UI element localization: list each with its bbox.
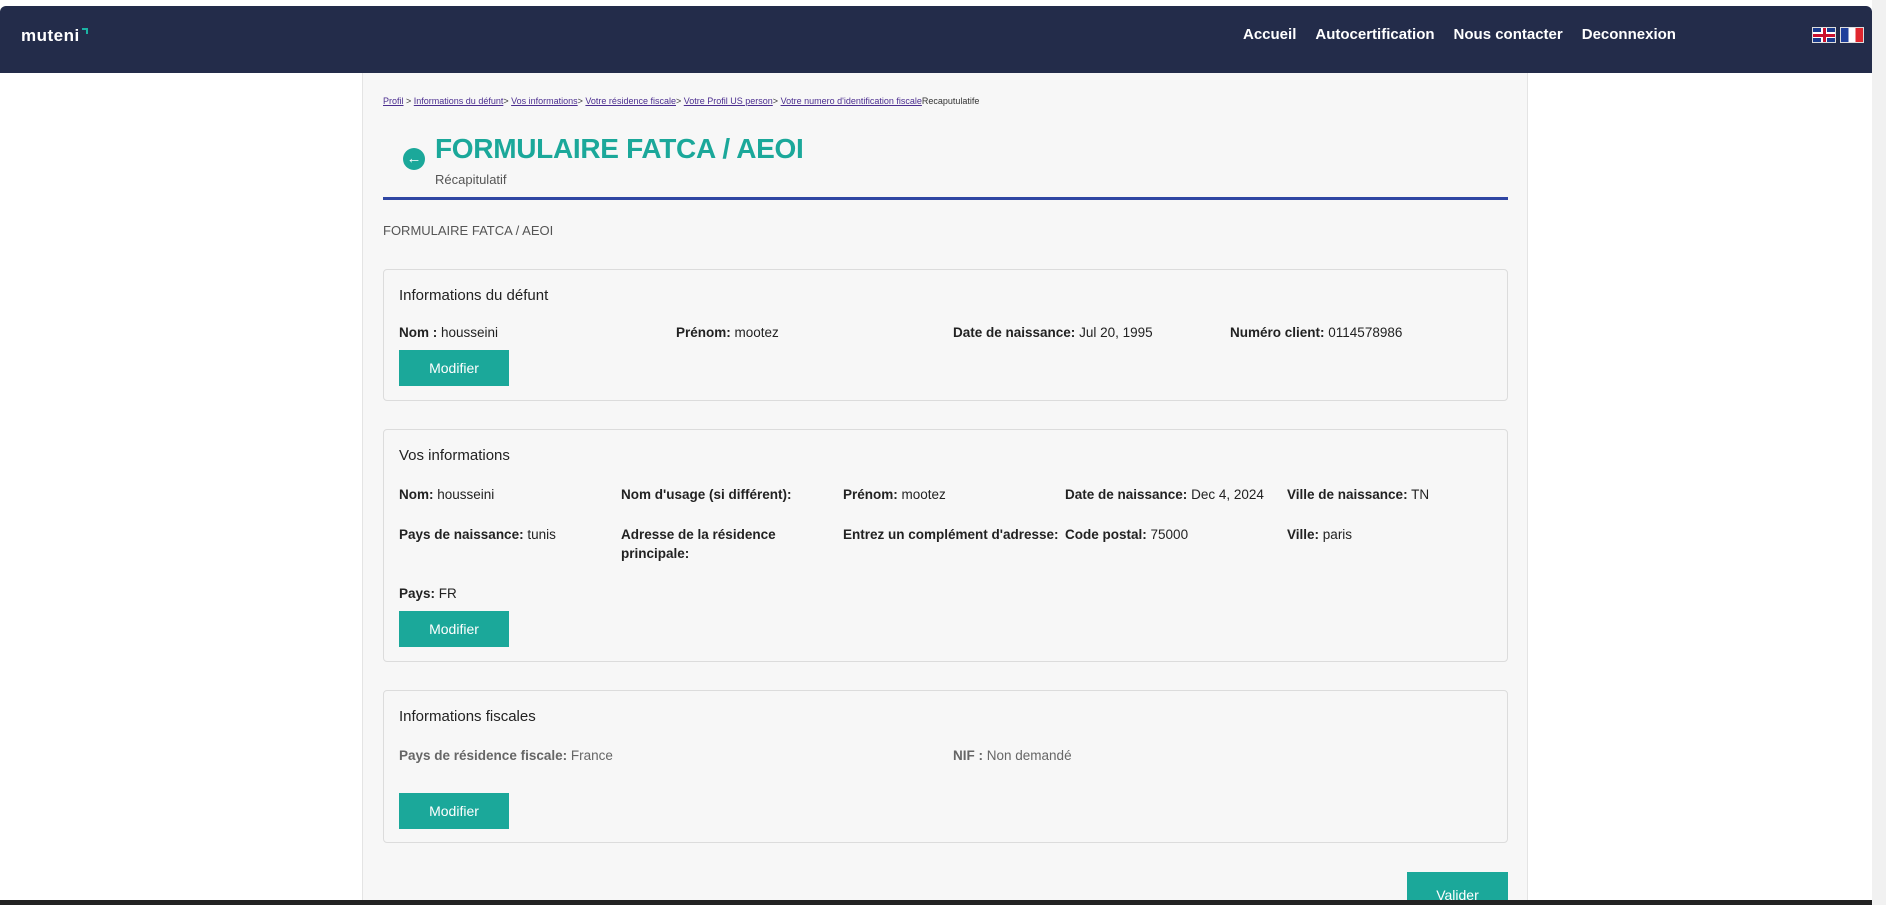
breadcrumb-profil[interactable]: Profil xyxy=(383,96,404,106)
fiscal-modifier-button[interactable]: Modifier xyxy=(399,793,509,829)
section-label: FORMULAIRE FATCA / AEOI xyxy=(383,223,554,238)
vous-pays-naissance: Pays de naissance: tunis xyxy=(399,527,556,542)
breadcrumb-residence-fiscale[interactable]: Votre résidence fiscale xyxy=(585,96,676,106)
breadcrumb-defunt[interactable]: Informations du défunt xyxy=(414,96,504,106)
page-subtitle: Récapitulatif xyxy=(435,172,507,187)
breadcrumb-profil-us[interactable]: Votre Profil US person xyxy=(684,96,773,106)
language-switcher xyxy=(1812,27,1864,43)
fiscal-pays-residence: Pays de résidence fiscale: France xyxy=(399,748,613,763)
informations-fiscales-card: Informations fiscales Pays de résidence … xyxy=(383,690,1508,843)
nav-autocertification[interactable]: Autocertification xyxy=(1315,26,1434,43)
top-navbar: muteni Accueil Autocertification Nous co… xyxy=(0,6,1872,73)
vous-adresse: Adresse de la résidence principale: xyxy=(621,527,776,561)
brand-logo[interactable]: muteni xyxy=(21,26,88,46)
breadcrumb: Profil > Informations du défunt> Vos inf… xyxy=(383,96,980,106)
vous-ville-naissance: Ville de naissance: TN xyxy=(1287,487,1430,502)
main-nav: Accueil Autocertification Nous contacter… xyxy=(1243,26,1676,43)
defunt-card: Informations du défunt Nom : housseini P… xyxy=(383,269,1508,401)
app-frame: { "header": { "logo": "muteni", "nav": [… xyxy=(0,0,1886,905)
vous-modifier-button[interactable]: Modifier xyxy=(399,611,509,647)
arrow-left-icon: ← xyxy=(406,150,422,167)
scrollbar[interactable] xyxy=(1872,0,1886,905)
defunt-date-naissance: Date de naissance: Jul 20, 1995 xyxy=(953,325,1153,340)
vous-code-postal: Code postal: 75000 xyxy=(1065,527,1189,542)
vous-nom-usage: Nom d'usage (si différent): xyxy=(621,487,792,502)
title-divider xyxy=(383,197,1508,200)
vous-nom: Nom: housseini xyxy=(399,487,495,502)
fiscal-nif: NIF : Non demandé xyxy=(953,748,1072,763)
vos-informations-card: Vos informations Nom: housseini Nom d'us… xyxy=(383,429,1508,662)
fr-flag-icon[interactable] xyxy=(1840,27,1864,43)
logo-mark-icon xyxy=(81,28,88,34)
vous-date-naissance: Date de naissance: Dec 4, 2024 xyxy=(1065,487,1264,502)
vos-informations-title: Vos informations xyxy=(399,447,510,464)
breadcrumb-current: Recaputulatife xyxy=(921,96,980,106)
page-title: FORMULAIRE FATCA / AEOI xyxy=(435,133,804,164)
nav-nous-contacter[interactable]: Nous contacter xyxy=(1454,26,1563,43)
defunt-nom: Nom : housseini xyxy=(399,325,499,340)
breadcrumb-vos-informations[interactable]: Vos informations xyxy=(511,96,578,106)
defunt-title: Informations du défunt xyxy=(399,287,549,304)
defunt-prenom: Prénom: mootez xyxy=(676,325,779,340)
bottom-edge xyxy=(0,900,1872,905)
vous-prenom: Prénom: mootez xyxy=(843,487,946,502)
vous-ville: Ville: paris xyxy=(1287,527,1353,542)
breadcrumb-nif[interactable]: Votre numero d'identification fiscale xyxy=(781,96,922,106)
fiscales-title: Informations fiscales xyxy=(399,708,536,725)
main-card: Profil > Informations du défunt> Vos inf… xyxy=(362,73,1528,905)
vous-complement-adresse: Entrez un complément d'adresse: xyxy=(843,527,1059,542)
defunt-numero-client: Numéro client: 0114578986 xyxy=(1230,325,1403,340)
defunt-modifier-button[interactable]: Modifier xyxy=(399,350,509,386)
uk-flag-icon[interactable] xyxy=(1812,27,1836,43)
vous-pays: Pays: FR xyxy=(399,586,457,601)
back-button[interactable]: ← xyxy=(403,148,425,170)
nav-accueil[interactable]: Accueil xyxy=(1243,26,1296,43)
nav-deconnexion[interactable]: Deconnexion xyxy=(1582,26,1676,43)
